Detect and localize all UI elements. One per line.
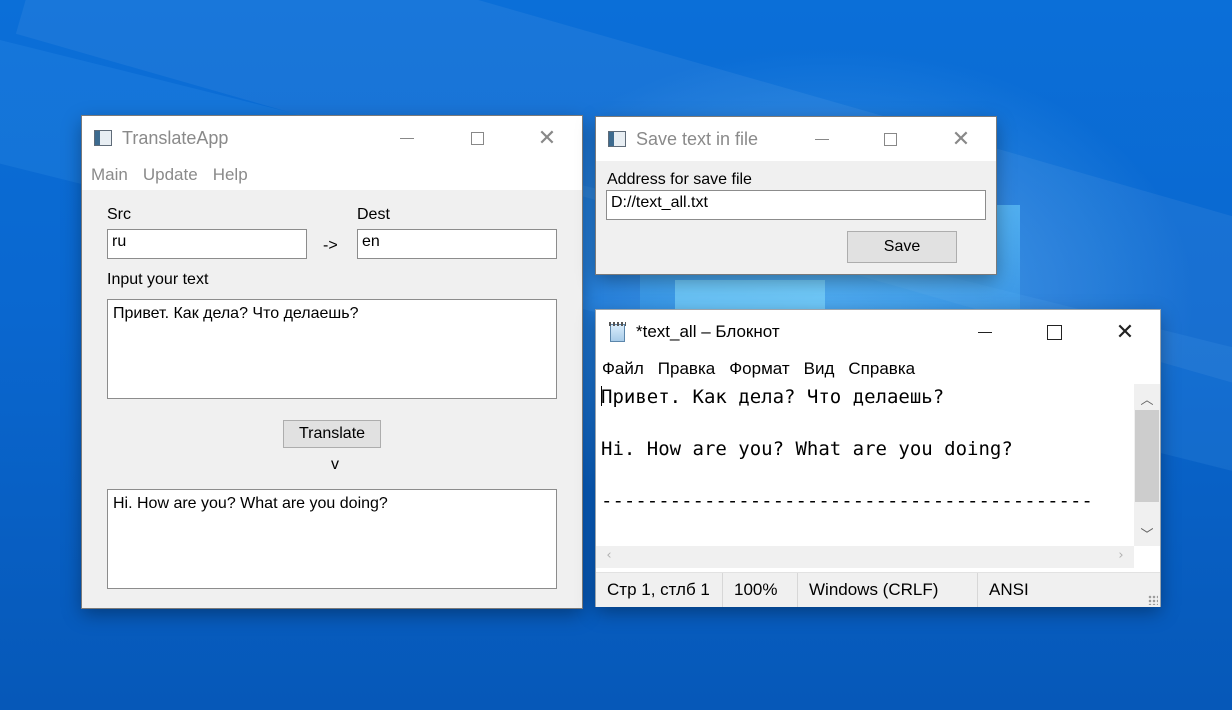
- status-bar: Стр 1, стлб 1 100% Windows (CRLF) ANSI: [596, 572, 1160, 607]
- menu-help[interactable]: Справка: [848, 359, 915, 379]
- window-title: *text_all – Блокнот: [636, 322, 780, 341]
- minimize-button[interactable]: [962, 310, 1008, 354]
- close-icon: ✕: [537, 125, 557, 150]
- menu-main[interactable]: Main: [91, 165, 128, 185]
- src-input[interactable]: ru: [107, 229, 307, 259]
- resize-grip-icon[interactable]: [1148, 595, 1158, 605]
- editor-line: ----------------------------------------…: [601, 490, 1093, 512]
- scroll-right-icon[interactable]: ›: [1108, 548, 1134, 563]
- menu-bar: Файл Правка Формат Вид Справка: [596, 354, 1160, 384]
- maximize-button[interactable]: [867, 117, 913, 161]
- status-zoom: 100%: [723, 573, 798, 607]
- minimize-icon: [400, 137, 414, 139]
- arrow-label: ->: [323, 237, 338, 254]
- minimize-icon: [978, 331, 992, 333]
- save-dialog-window: Save text in file ✕ Address for save fil…: [596, 117, 996, 274]
- title-bar[interactable]: *text_all – Блокнот ✕: [596, 310, 1160, 354]
- status-encoding: ANSI: [989, 580, 1029, 599]
- window-title: TranslateApp: [122, 127, 229, 148]
- dest-label: Dest: [357, 206, 390, 223]
- scroll-left-icon[interactable]: ‹: [596, 548, 622, 563]
- title-bar[interactable]: TranslateApp ✕: [82, 116, 582, 160]
- maximize-button[interactable]: [454, 116, 500, 160]
- status-line-ending: Windows (CRLF): [798, 573, 978, 607]
- scroll-thumb[interactable]: [1135, 410, 1159, 502]
- menu-edit[interactable]: Правка: [658, 359, 715, 379]
- dest-input[interactable]: en: [357, 229, 557, 259]
- close-icon: ✕: [951, 126, 971, 151]
- maximize-button[interactable]: [1031, 310, 1077, 354]
- close-icon: ✕: [1115, 319, 1135, 344]
- src-label: Src: [107, 206, 131, 223]
- minimize-icon: [815, 138, 829, 140]
- title-bar[interactable]: Save text in file ✕: [596, 117, 996, 161]
- minimize-button[interactable]: [799, 117, 845, 161]
- menu-update[interactable]: Update: [143, 165, 198, 185]
- window-title: Save text in file: [636, 128, 759, 149]
- menu-help[interactable]: Help: [213, 165, 248, 185]
- horizontal-scrollbar[interactable]: ‹ ›: [596, 546, 1134, 568]
- address-input[interactable]: D://text_all.txt: [606, 190, 986, 220]
- menu-bar: Main Update Help: [82, 160, 582, 190]
- editor-line: Привет. Как дела? Что делаешь?: [601, 386, 945, 408]
- minimize-button[interactable]: [384, 116, 430, 160]
- close-button[interactable]: ✕: [1102, 310, 1148, 354]
- translate-app-window: TranslateApp ✕ Main Update Help Src ru -…: [82, 116, 582, 608]
- notepad-icon: [608, 322, 628, 342]
- menu-file[interactable]: Файл: [602, 359, 644, 379]
- close-button[interactable]: ✕: [524, 116, 570, 160]
- maximize-icon: [1046, 324, 1062, 340]
- down-marker: v: [331, 456, 339, 473]
- window-icon: [94, 130, 112, 146]
- window-icon: [608, 131, 626, 147]
- address-label: Address for save file: [607, 171, 752, 188]
- maximize-icon: [470, 131, 484, 145]
- status-position: Стр 1, стлб 1: [596, 573, 723, 607]
- notepad-window: *text_all – Блокнот ✕ Файл Правка Формат…: [596, 310, 1160, 607]
- output-text-area[interactable]: Hi. How are you? What are you doing?: [107, 489, 557, 589]
- save-button[interactable]: Save: [847, 231, 957, 263]
- maximize-icon: [883, 132, 897, 146]
- vertical-scrollbar[interactable]: ︿ ﹀: [1134, 384, 1160, 546]
- input-label: Input your text: [107, 271, 209, 288]
- text-editor[interactable]: Привет. Как дела? Что делаешь? Hi. How a…: [596, 384, 1134, 546]
- input-text-area[interactable]: Привет. Как дела? Что делаешь?: [107, 299, 557, 399]
- menu-view[interactable]: Вид: [804, 359, 835, 379]
- scroll-down-icon[interactable]: ﹀: [1134, 524, 1160, 543]
- editor-line: Hi. How are you? What are you doing?: [601, 438, 1013, 460]
- close-button[interactable]: ✕: [938, 117, 984, 161]
- scroll-up-icon[interactable]: ︿: [1134, 389, 1160, 408]
- translate-button[interactable]: Translate: [283, 420, 381, 448]
- menu-format[interactable]: Формат: [729, 359, 789, 379]
